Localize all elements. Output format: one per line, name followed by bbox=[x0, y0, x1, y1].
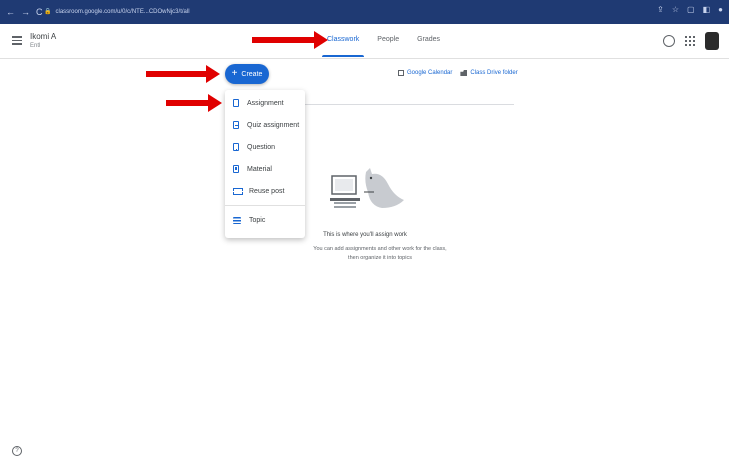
plus-icon: + bbox=[231, 68, 238, 79]
bookmark-star-icon[interactable]: ☆ bbox=[672, 5, 679, 14]
google-calendar-link[interactable]: Google Calendar bbox=[398, 70, 452, 76]
browser-extension-icons: ⇪ ☆ ▢ ◧ ● bbox=[657, 5, 723, 14]
help-icon[interactable]: ? bbox=[12, 446, 22, 456]
profile-icon[interactable]: ● bbox=[718, 5, 723, 14]
address-bar[interactable]: 🔒 classroom.google.com/u/0/c/NTE...CDOwN… bbox=[44, 5, 604, 19]
empty-state-description: You can add assignments and other work f… bbox=[292, 245, 468, 263]
cat-eye bbox=[369, 176, 373, 180]
browser-toolbar: ← → C 🔒 classroom.google.com/u/0/c/NTE..… bbox=[0, 0, 729, 24]
empty-state-title: This is where you'll assign work bbox=[323, 232, 407, 238]
annotation-arrow-create bbox=[146, 65, 222, 83]
main-menu-icon[interactable] bbox=[12, 36, 22, 45]
header-actions bbox=[663, 32, 719, 50]
forward-icon[interactable]: → bbox=[21, 7, 30, 17]
lock-icon: 🔒 bbox=[44, 9, 52, 15]
menu-item-label: Quiz assignment bbox=[247, 121, 300, 129]
desk-shelf-lower bbox=[334, 206, 356, 208]
class-drive-folder-label: Class Drive folder bbox=[470, 70, 518, 76]
menu-item-label: Assignment bbox=[247, 99, 284, 107]
empty-classwork-illustration bbox=[330, 168, 404, 208]
menu-item-reuse-post[interactable]: Reuse post bbox=[225, 180, 305, 202]
reload-icon[interactable]: C bbox=[36, 7, 43, 17]
header-divider bbox=[0, 58, 729, 59]
google-calendar-label: Google Calendar bbox=[407, 70, 453, 76]
back-icon[interactable]: ← bbox=[6, 7, 15, 17]
cat-figure bbox=[365, 168, 404, 208]
sidebar-icon[interactable]: ◧ bbox=[703, 5, 711, 14]
assignment-icon bbox=[233, 99, 239, 107]
monitor-screen bbox=[335, 179, 353, 191]
topic-icon bbox=[233, 216, 241, 224]
section-divider bbox=[300, 104, 514, 105]
empty-state-line-1: You can add assignments and other work f… bbox=[313, 246, 447, 252]
class-drive-folder-link[interactable]: Class Drive folder bbox=[460, 70, 518, 76]
avatar[interactable] bbox=[705, 32, 719, 50]
menu-item-label: Reuse post bbox=[249, 187, 285, 195]
class-title[interactable]: Ikomi A bbox=[30, 32, 56, 41]
create-label: Create bbox=[241, 70, 263, 78]
classwork-links: Google Calendar Class Drive folder bbox=[398, 70, 518, 76]
empty-state-line-2: then organize it into topics bbox=[348, 255, 412, 261]
menu-item-topic[interactable]: Topic bbox=[225, 209, 305, 231]
extension-icon[interactable]: ▢ bbox=[687, 5, 695, 14]
quiz-icon bbox=[233, 121, 239, 129]
menu-divider bbox=[225, 205, 305, 206]
folder-icon bbox=[460, 70, 468, 76]
menu-item-label: Material bbox=[247, 165, 272, 173]
reuse-icon bbox=[233, 187, 243, 195]
desk-shelf bbox=[334, 202, 356, 204]
class-section: Entl bbox=[30, 43, 41, 49]
url-text: classroom.google.com/u/0/c/NTE...CDOwNjc… bbox=[55, 9, 190, 15]
menu-item-label: Question bbox=[247, 143, 276, 151]
apps-grid-icon[interactable] bbox=[685, 36, 695, 46]
menu-item-assignment[interactable]: Assignment bbox=[225, 92, 305, 114]
desk bbox=[330, 198, 360, 201]
menu-item-quiz-assignment[interactable]: Quiz assignment bbox=[225, 114, 305, 136]
calendar-icon bbox=[398, 70, 404, 76]
question-icon bbox=[233, 143, 239, 151]
settings-icon[interactable] bbox=[663, 35, 675, 47]
create-button[interactable]: + Create bbox=[225, 64, 269, 84]
share-icon[interactable]: ⇪ bbox=[657, 5, 664, 14]
menu-item-question[interactable]: Question bbox=[225, 136, 305, 158]
menu-item-material[interactable]: Material bbox=[225, 158, 305, 180]
browser-nav-buttons: ← → C bbox=[0, 7, 43, 17]
annotation-arrow-assignment bbox=[166, 94, 224, 112]
material-icon bbox=[233, 165, 239, 173]
create-menu: Assignment Quiz assignment Question Mate… bbox=[225, 90, 305, 238]
menu-item-label: Topic bbox=[249, 216, 266, 224]
annotation-arrow-classwork bbox=[252, 31, 330, 49]
